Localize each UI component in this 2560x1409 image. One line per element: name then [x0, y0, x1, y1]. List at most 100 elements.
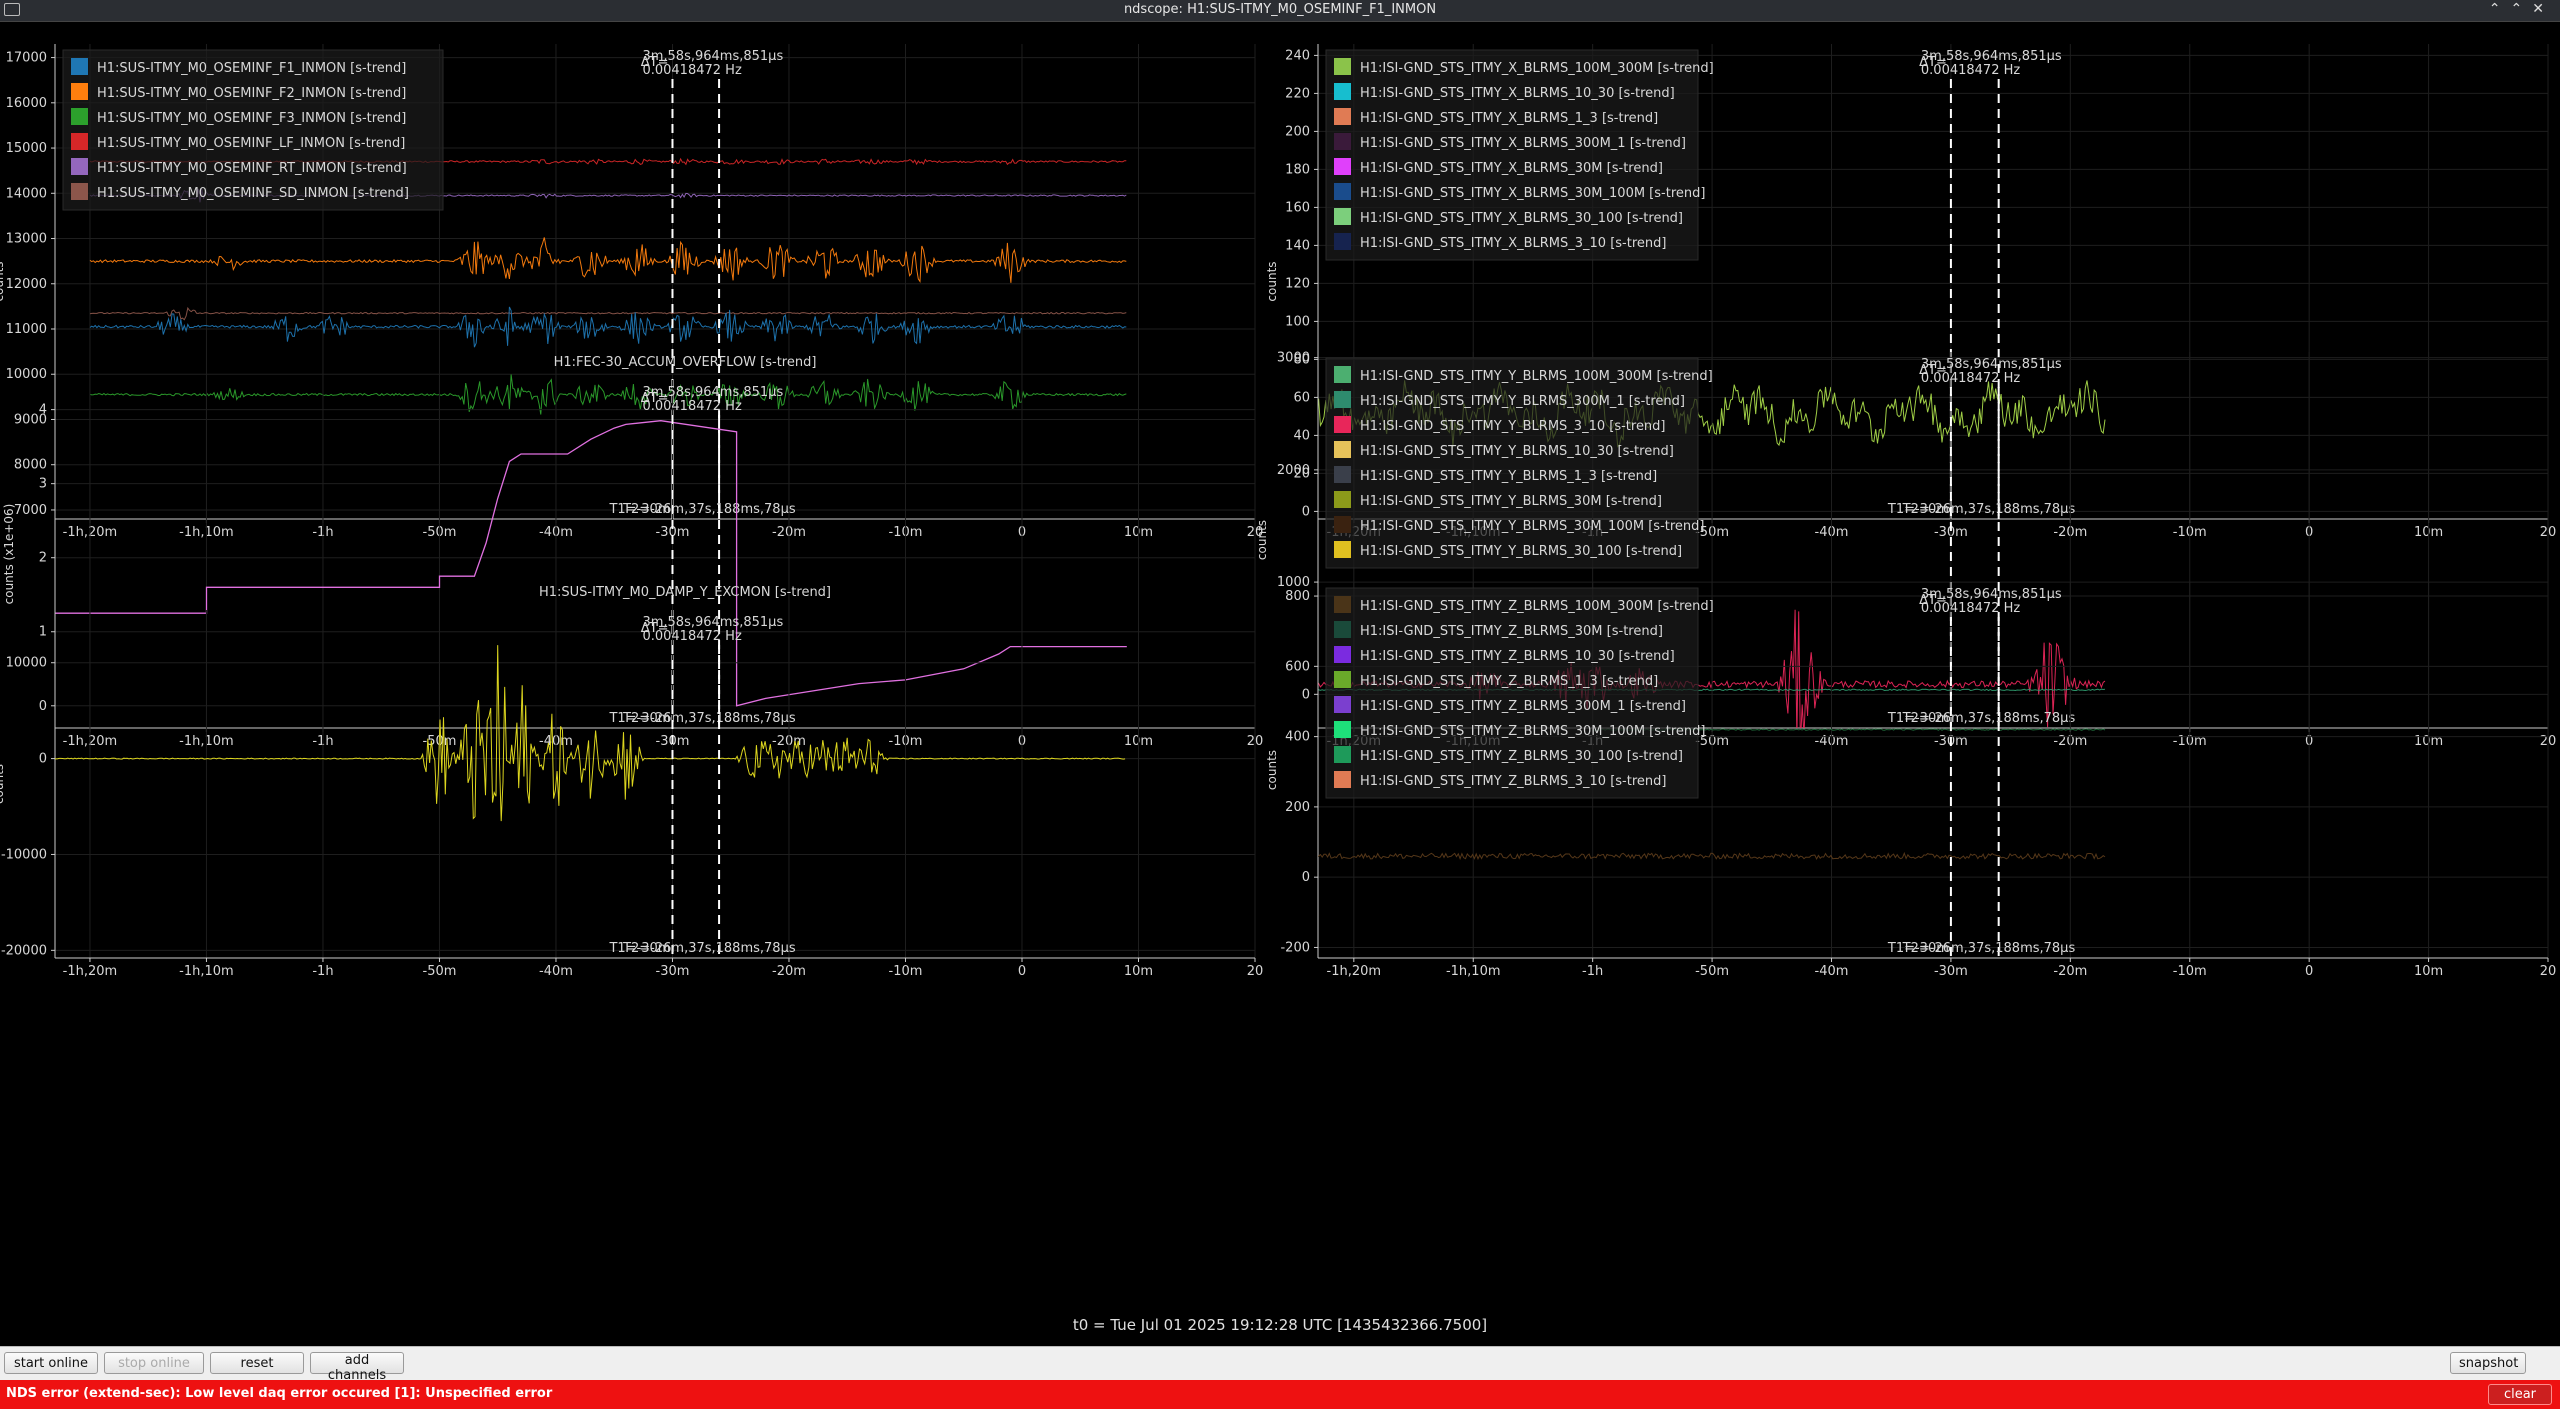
delta-freq-value: 0.00418472 Hz [1921, 63, 2020, 78]
y-tick-label: 200 [1285, 124, 1310, 139]
x-tick-label: -10m [2173, 964, 2207, 979]
y-tick-label: 220 [1285, 86, 1310, 101]
plot-title: H1:SUS-ITMY_M0_DAMP_Y_EXCMON [s-trend] [539, 585, 831, 600]
x-tick-label: 20 [1247, 964, 1264, 979]
delta-freq-value: 0.00418472 Hz [1921, 601, 2020, 616]
legend-item-label: H1:ISI-GND_STS_ITMY_X_BLRMS_1_3 [s-trend… [1360, 111, 1658, 126]
close-icon[interactable]: ✕ [2532, 1, 2554, 17]
delta-t-value: 3m,58s,964ms,851μs [642, 385, 783, 400]
legend-swatch [71, 83, 88, 100]
start-online-button[interactable]: start online [4, 1352, 98, 1374]
legend-swatch [1334, 183, 1351, 200]
add-channels-button[interactable]: add channels [310, 1352, 404, 1383]
window-titlebar: ndscope: H1:SUS-ITMY_M0_OSEMINF_F1_INMON… [0, 0, 2560, 22]
y-tick-label: 0 [39, 699, 47, 714]
y-tick-label: 800 [1285, 589, 1310, 604]
legend-item-label: H1:ISI-GND_STS_ITMY_Y_BLRMS_3_10 [s-tren… [1360, 419, 1666, 434]
y-tick-label: 13000 [6, 232, 47, 247]
y-axis-label: counts (x1e+06) [2, 504, 16, 605]
t2-label: T2=-26m,37s,188ms,78μs [622, 941, 796, 956]
plot-panel-p6[interactable]: -1h,20m -1h,10m -1h -50m -40m -30m -20m -10m 0 10… [1265, 582, 2556, 979]
legend-item-label: H1:ISI-GND_STS_ITMY_Z_BLRMS_100M_300M [s… [1360, 599, 1714, 614]
reset-button[interactable]: reset [210, 1352, 304, 1374]
y-tick-label: 10000 [6, 656, 47, 671]
window-title: ndscope: H1:SUS-ITMY_M0_OSEMINF_F1_INMON [1123, 2, 1437, 17]
plot-title: H1:FEC-30_ACCUM_OVERFLOW [s-trend] [554, 355, 817, 370]
legend-item-label: H1:ISI-GND_STS_ITMY_Z_BLRMS_30M_100M [s-… [1360, 724, 1705, 739]
y-tick-label: 0 [1302, 870, 1310, 885]
minimize-icon[interactable]: ⌃ [2489, 1, 2511, 17]
y-tick-label: 3 [39, 477, 47, 492]
y-tick-label: 40 [1293, 428, 1310, 443]
legend-item-label: H1:ISI-GND_STS_ITMY_X_BLRMS_300M_1 [s-tr… [1360, 136, 1686, 151]
x-tick-label: -1h [1582, 964, 1603, 979]
legend-swatch [1334, 233, 1351, 250]
legend-swatch [1334, 108, 1351, 125]
delta-freq-value: 0.00418472 Hz [642, 63, 741, 78]
x-tick-label: 10m [2414, 964, 2443, 979]
x-tick-label: -40m [1815, 964, 1849, 979]
stop-online-button[interactable]: stop online [104, 1352, 204, 1374]
plot-panel-p1[interactable]: -1h,20m -1h,10m -1h -50m -40m -30m -20m -10m 0 10… [0, 44, 1263, 540]
legend-item-label: H1:ISI-GND_STS_ITMY_Y_BLRMS_10_30 [s-tre… [1360, 444, 1674, 459]
legend-swatch [1334, 133, 1351, 150]
delta-freq-value: 0.00418472 Hz [1921, 371, 2020, 386]
legend-item-label: H1:SUS-ITMY_M0_OSEMINF_F1_INMON [s-trend… [97, 61, 406, 76]
clear-button[interactable]: clear [2488, 1384, 2552, 1405]
legend-item-label: H1:ISI-GND_STS_ITMY_Z_BLRMS_3_10 [s-tren… [1360, 774, 1666, 789]
plot-grid[interactable]: -1h,20m -1h,10m -1h -50m -40m -30m -20m -10m 0 10… [0, 22, 2560, 1345]
x-tick-label: -20m [772, 964, 806, 979]
x-tick-label: -30m [1934, 964, 1968, 979]
window-controls[interactable]: ⌃⌃✕ [2489, 1, 2554, 17]
legend-box [1325, 357, 1699, 569]
y-tick-label: 0 [1302, 504, 1310, 519]
t0-label: t0 = Tue Jul 01 2025 19:12:28 UTC [14354… [1073, 1316, 1487, 1334]
legend-swatch [1334, 158, 1351, 175]
legend-swatch [1334, 541, 1351, 558]
t2-label: T2=-26m,37s,188ms,78μs [1902, 941, 2076, 956]
x-tick-label: 0 [2305, 964, 2313, 979]
series-trace-3 [89, 306, 1127, 321]
legend-swatch [1334, 83, 1351, 100]
legend-box [1325, 587, 1699, 799]
legend-item-label: H1:ISI-GND_STS_ITMY_Z_BLRMS_10_30 [s-tre… [1360, 649, 1675, 664]
snapshot-button[interactable]: snapshot [2450, 1352, 2526, 1374]
x-tick-label: -1h [312, 964, 333, 979]
legend-item-label: H1:ISI-GND_STS_ITMY_X_BLRMS_100M_300M [s… [1360, 61, 1714, 76]
y-axis-label: counts [0, 764, 6, 804]
y-tick-label: -10000 [1, 847, 47, 862]
delta-t-value: 3m,58s,964ms,851μs [1921, 357, 2062, 372]
plots-canvas[interactable]: -1h,20m -1h,10m -1h -50m -40m -30m -20m -10m 0 10… [0, 22, 2560, 1345]
y-tick-label: 1 [39, 625, 47, 640]
x-tick-label: -1h,20m [1327, 964, 1382, 979]
plot-panel-p5[interactable]: -1h,20m -1h,10m -1h -50m -40m -30m -20m -10m 0 10… [0, 585, 1263, 979]
y-axis-label: counts [1265, 750, 1279, 790]
x-tick-label: 10m [1124, 964, 1153, 979]
legend-item-label: H1:ISI-GND_STS_ITMY_Y_BLRMS_300M_1 [s-tr… [1360, 394, 1685, 409]
legend-item-label: H1:ISI-GND_STS_ITMY_Z_BLRMS_1_3 [s-trend… [1360, 674, 1658, 689]
x-tick-label: -50m [423, 964, 457, 979]
x-tick-label: -20m [2053, 964, 2087, 979]
legend-swatch [1334, 771, 1351, 788]
y-tick-label: 200 [1285, 800, 1310, 815]
y-tick-label: -20000 [1, 943, 47, 958]
legend-swatch [1334, 596, 1351, 613]
legend-swatch [1334, 366, 1351, 383]
y-tick-label: 1000 [1277, 575, 1310, 590]
maximize-icon[interactable]: ⌃ [2511, 1, 2533, 17]
control-toolbar: start online stop online reset add chann… [0, 1346, 2560, 1383]
legend-item-label: H1:ISI-GND_STS_ITMY_Y_BLRMS_1_3 [s-trend… [1360, 469, 1657, 484]
plot-panel-p3[interactable]: -1h,20m-1h,10m-1h-50m-40m-30m-20m-10m010… [2, 355, 1263, 749]
legend-swatch [1334, 466, 1351, 483]
legend-item-label: H1:ISI-GND_STS_ITMY_X_BLRMS_10_30 [s-tre… [1360, 86, 1675, 101]
y-tick-label: 8000 [14, 458, 47, 473]
y-tick-label: 11000 [6, 322, 47, 337]
delta-t-value: 3m,58s,964ms,851μs [1921, 587, 2062, 602]
y-axis-label: counts [1255, 520, 1269, 560]
y-tick-label: 120 [1285, 276, 1310, 291]
legend-swatch [1334, 646, 1351, 663]
y-tick-label: 240 [1285, 48, 1310, 63]
y-axis-label: counts [1265, 261, 1279, 301]
x-tick-label: -10m [889, 964, 923, 979]
y-tick-label: 17000 [6, 51, 47, 66]
